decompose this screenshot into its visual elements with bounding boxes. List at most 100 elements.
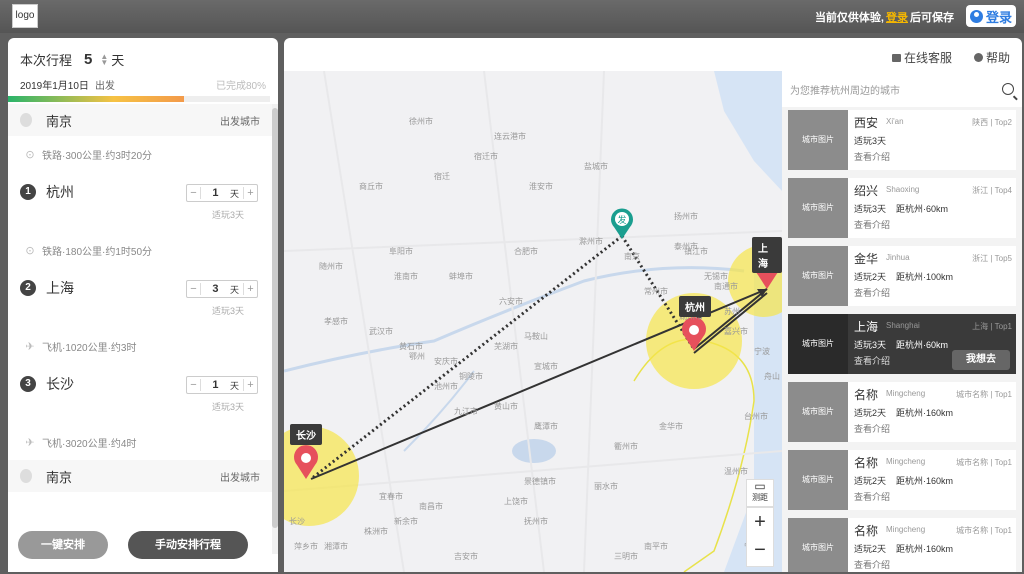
city-distance: 距杭州·160km <box>896 408 954 418</box>
zoom-in-button[interactable]: + <box>747 508 773 536</box>
city-card[interactable]: 城市图片 金华 Jinhua 浙江 | Top5 适玩2天 距杭州·100km 查看介绍 <box>788 246 1016 306</box>
minus-button[interactable]: − <box>187 379 201 391</box>
days-spinner-icon[interactable]: ▲ ▼ <box>100 52 108 66</box>
map-place-name: 南平市 <box>644 542 668 551</box>
map-place-name: 九江市 <box>454 407 478 416</box>
map-place-name: 铜陵市 <box>459 372 483 381</box>
days-stepper[interactable]: − 1 天 + <box>186 184 258 202</box>
recommend-search[interactable]: 为您推荐杭州周边的城市 <box>782 71 1022 107</box>
destination-city[interactable]: 南京 出发城市 <box>8 460 272 492</box>
city-card[interactable]: 城市图片 名称 Mingcheng 城市名称 | Top1 适玩2天 距杭州·160km 查… <box>788 518 1016 572</box>
transport-leg: ⊙ 铁路·300公里·约3时20分 <box>25 148 153 162</box>
toolbar: 在线客服 帮助 <box>891 49 1010 66</box>
online-service-link[interactable]: 在线客服 <box>891 49 952 66</box>
plus-button[interactable]: + <box>243 283 257 295</box>
map-place-name: 宿迁市 <box>474 152 498 161</box>
view-intro-link[interactable]: 查看介绍 <box>854 354 890 367</box>
plus-button[interactable]: + <box>243 379 257 391</box>
search-input[interactable]: 为您推荐杭州周边的城市 <box>790 82 900 97</box>
stop-name: 上海 <box>46 280 74 296</box>
city-card[interactable]: 城市图片 名称 Mingcheng 城市名称 | Top1 适玩2天 距杭州·160km 查… <box>788 450 1016 510</box>
map-place-name: 滁州市 <box>579 237 603 246</box>
city-pinyin: Shanghai <box>886 321 920 330</box>
plane-icon: ✈ <box>25 436 35 449</box>
trip-date[interactable]: 2019年1月10日 <box>20 77 89 92</box>
suggested-days: 适玩3天 <box>211 210 244 220</box>
view-intro-link[interactable]: 查看介绍 <box>854 286 890 299</box>
origin-marker[interactable]: 发 <box>611 208 633 239</box>
stop-item[interactable]: 1 杭州 − 1 天 + 适玩3天 <box>8 172 272 232</box>
origin-city[interactable]: 南京 出发城市 <box>8 104 272 136</box>
map-place-name: 六安市 <box>499 297 523 306</box>
zoom-out-button[interactable]: − <box>747 536 773 564</box>
scrollbar-thumb[interactable] <box>272 108 278 528</box>
city-image: 城市图片 <box>788 518 848 572</box>
map-place-name: 宁波 <box>754 347 770 356</box>
map-place-name: 宿迁 <box>434 172 450 181</box>
city-card[interactable]: 城市图片 上海 Shanghai 上海 | Top1 适玩3天 距杭州·60km 查看介绍 我… <box>788 314 1016 374</box>
view-intro-link[interactable]: 查看介绍 <box>854 150 890 163</box>
days-stepper[interactable]: − 3 天 + <box>186 280 258 298</box>
trip-days-value[interactable]: 5 <box>84 51 92 68</box>
view-intro-link[interactable]: 查看介绍 <box>854 422 890 435</box>
manual-arrange-button[interactable]: 手动安排行程 <box>128 531 248 559</box>
city-card[interactable]: 城市图片 西安 Xi'an 陕西 | Top2 适玩3天 查看介绍 <box>788 110 1016 170</box>
map-place-name: 南通市 <box>714 282 738 291</box>
map-place-name: 鄂州 <box>409 352 425 361</box>
days-stepper[interactable]: − 1 天 + <box>186 376 258 394</box>
map-place-name: 抚州市 <box>524 517 548 526</box>
map-place-name: 嘉兴市 <box>724 327 748 336</box>
location-pin-icon <box>20 469 32 483</box>
city-distance: 距杭州·160km <box>896 476 954 486</box>
want-to-go-button[interactable]: 我想去 <box>952 350 1010 370</box>
map-place-name: 随州市 <box>319 262 343 271</box>
minus-button[interactable]: − <box>187 187 201 199</box>
city-suggest-days: 适玩3天 <box>854 340 887 350</box>
ruler-button[interactable]: ▭ 测距 <box>746 479 774 507</box>
city-image: 城市图片 <box>788 382 848 442</box>
map-place-name: 湘潭市 <box>324 542 348 551</box>
ruler-icon: ▭ <box>754 479 766 493</box>
city-name: 名称 <box>854 388 879 402</box>
svg-text:发: 发 <box>617 214 626 226</box>
map-place-name: 三明市 <box>614 552 638 561</box>
stop-item[interactable]: 2 上海 − 3 天 + 适玩3天 <box>8 268 272 328</box>
map-place-name: 镇江市 <box>684 247 708 256</box>
map-place-name: 丽水市 <box>594 482 618 491</box>
search-icon[interactable] <box>1002 83 1014 95</box>
map-place-name: 商丘市 <box>359 182 383 191</box>
map-place-name: 温州市 <box>724 467 748 476</box>
city-rank: 城市名称 | Top1 <box>956 526 1012 535</box>
route-map[interactable]: 发 徐州市 连云港市 宿迁市 宿迁 淮安市 盐城市 商丘市 阜阳市 淮南市 蚌埠市 滁州市 扬州市 泰州… <box>284 71 782 572</box>
map-place-name: 鹰潭市 <box>534 422 558 431</box>
suggested-days: 适玩3天 <box>211 306 244 316</box>
map-place-name: 苏州 <box>724 307 740 316</box>
city-card[interactable]: 城市图片 名称 Mingcheng 城市名称 | Top1 适玩2天 距杭州·160km 查… <box>788 382 1016 442</box>
view-intro-link[interactable]: 查看介绍 <box>854 218 890 231</box>
city-suggest-days: 适玩2天 <box>854 272 887 282</box>
minus-button[interactable]: − <box>187 283 201 295</box>
top-bar: logo 当前仅供体验, 登录 后可保存 登录 <box>0 0 1024 33</box>
view-intro-link[interactable]: 查看介绍 <box>854 490 890 503</box>
map-place-name: 舟山 <box>764 372 780 381</box>
notice-login-link[interactable]: 登录 <box>886 12 908 24</box>
logo[interactable]: logo <box>12 4 38 28</box>
login-button[interactable]: 登录 <box>966 5 1016 27</box>
help-link[interactable]: 帮助 <box>973 49 1010 66</box>
map-place-name: 池州市 <box>434 382 458 391</box>
view-intro-link[interactable]: 查看介绍 <box>854 558 890 571</box>
map-place-name: 孝感市 <box>324 317 348 326</box>
auto-arrange-button[interactable]: 一键安排 <box>18 531 108 559</box>
map-canvas: 发 <box>284 71 782 572</box>
recommendation-panel: 为您推荐杭州周边的城市 城市图片 西安 Xi'an 陕西 | Top2 适玩3天 查看介绍… <box>782 71 1022 572</box>
city-name: 西安 <box>854 116 879 130</box>
city-image: 城市图片 <box>788 110 848 170</box>
stop-item[interactable]: 3 长沙 − 1 天 + 适玩3天 <box>8 364 272 424</box>
map-place-name: 台州市 <box>744 412 768 421</box>
completion-progress-bar <box>8 96 270 102</box>
city-pinyin: Mingcheng <box>886 525 926 534</box>
city-distance: 距杭州·60km <box>896 340 949 350</box>
city-card[interactable]: 城市图片 绍兴 Shaoxing 浙江 | Top4 适玩3天 距杭州·60km 查看介绍 <box>788 178 1016 238</box>
city-pinyin: Mingcheng <box>886 389 926 398</box>
plus-button[interactable]: + <box>243 187 257 199</box>
